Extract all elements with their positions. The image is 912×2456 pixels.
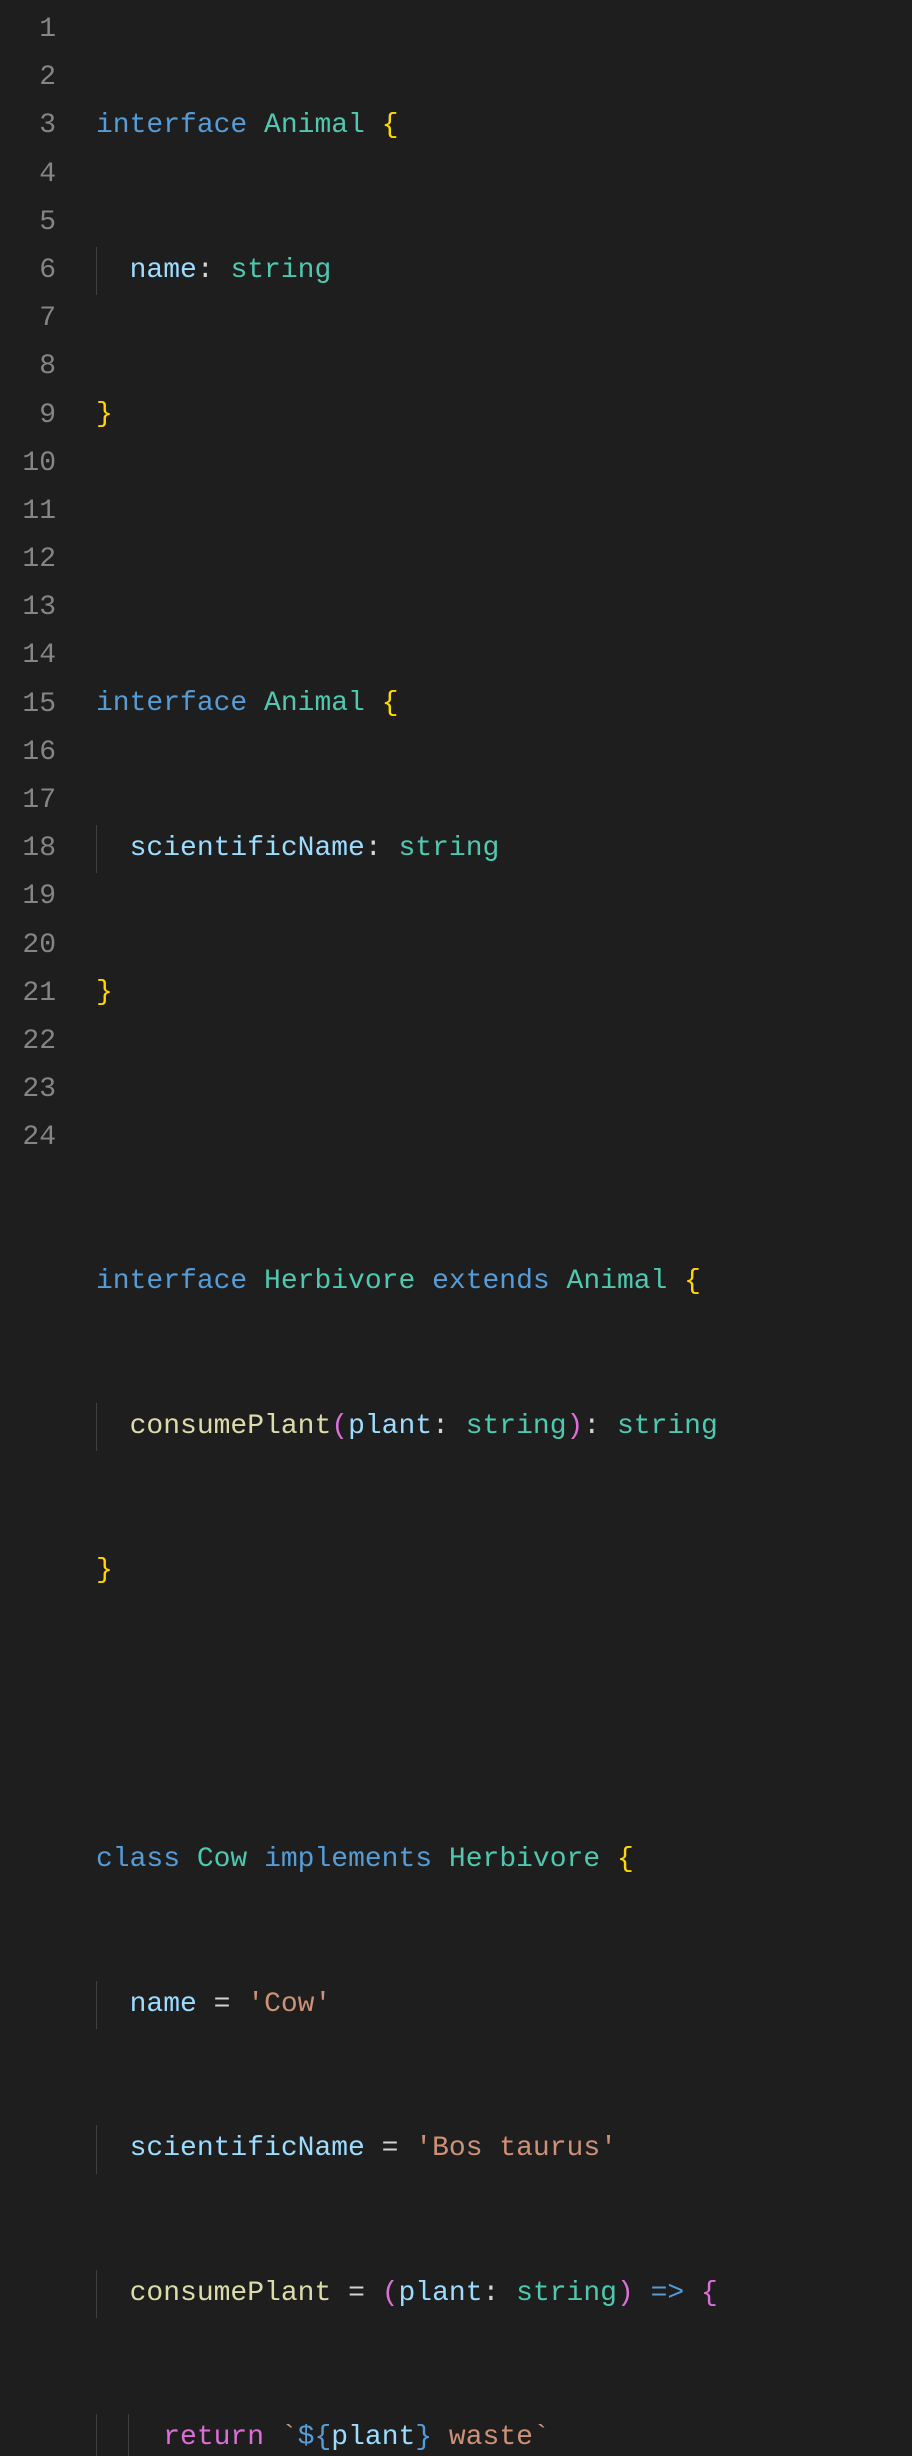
indent-guide — [96, 2125, 97, 2173]
line-number: 24 — [0, 1114, 56, 1162]
line-number: 4 — [0, 151, 56, 199]
line-number: 23 — [0, 1066, 56, 1114]
code-line[interactable] — [96, 1114, 912, 1162]
code-line[interactable]: name = 'Cow' — [96, 1981, 912, 2029]
indent-guide — [128, 2414, 129, 2456]
indent-guide — [96, 825, 97, 873]
code-line[interactable]: } — [96, 969, 912, 1017]
code-line[interactable]: } — [96, 391, 912, 439]
line-number: 6 — [0, 247, 56, 295]
line-number: 13 — [0, 584, 56, 632]
line-number: 21 — [0, 970, 56, 1018]
line-number: 9 — [0, 392, 56, 440]
line-number: 2 — [0, 54, 56, 102]
indent-guide — [96, 1403, 97, 1451]
indent-guide — [96, 1981, 97, 2029]
line-number: 10 — [0, 440, 56, 488]
code-line[interactable]: scientificName = 'Bos taurus' — [96, 2125, 912, 2173]
code-area[interactable]: interface Animal { name: string } interf… — [78, 0, 912, 1228]
code-line[interactable]: class Cow implements Herbivore { — [96, 1836, 912, 1884]
line-number: 1 — [0, 6, 56, 54]
code-editor[interactable]: 1 2 3 4 5 6 7 8 9 10 11 12 13 14 15 16 1… — [0, 0, 912, 1228]
code-line[interactable]: consumePlant(plant: string): string — [96, 1403, 912, 1451]
code-line[interactable]: consumePlant = (plant: string) => { — [96, 2270, 912, 2318]
code-line[interactable]: interface Animal { — [96, 680, 912, 728]
line-number: 5 — [0, 199, 56, 247]
code-line[interactable]: return `${plant} waste` — [96, 2414, 912, 2456]
line-number: 3 — [0, 102, 56, 150]
code-line[interactable]: } — [96, 1547, 912, 1595]
line-number: 8 — [0, 343, 56, 391]
line-number: 20 — [0, 922, 56, 970]
line-number: 16 — [0, 729, 56, 777]
line-number: 18 — [0, 825, 56, 873]
code-line[interactable]: interface Animal { — [96, 102, 912, 150]
code-line[interactable]: name: string — [96, 247, 912, 295]
line-number: 22 — [0, 1018, 56, 1066]
line-number: 15 — [0, 681, 56, 729]
code-line[interactable] — [96, 536, 912, 584]
code-line[interactable] — [96, 1692, 912, 1740]
code-line[interactable]: scientificName: string — [96, 825, 912, 873]
line-number: 17 — [0, 777, 56, 825]
indent-guide — [96, 2414, 97, 2456]
line-number-gutter: 1 2 3 4 5 6 7 8 9 10 11 12 13 14 15 16 1… — [0, 0, 78, 1228]
line-number: 11 — [0, 488, 56, 536]
indent-guide — [96, 2270, 97, 2318]
line-number: 19 — [0, 873, 56, 921]
code-line[interactable]: interface Herbivore extends Animal { — [96, 1258, 912, 1306]
line-number: 14 — [0, 632, 56, 680]
line-number: 12 — [0, 536, 56, 584]
indent-guide — [96, 247, 97, 295]
line-number: 7 — [0, 295, 56, 343]
